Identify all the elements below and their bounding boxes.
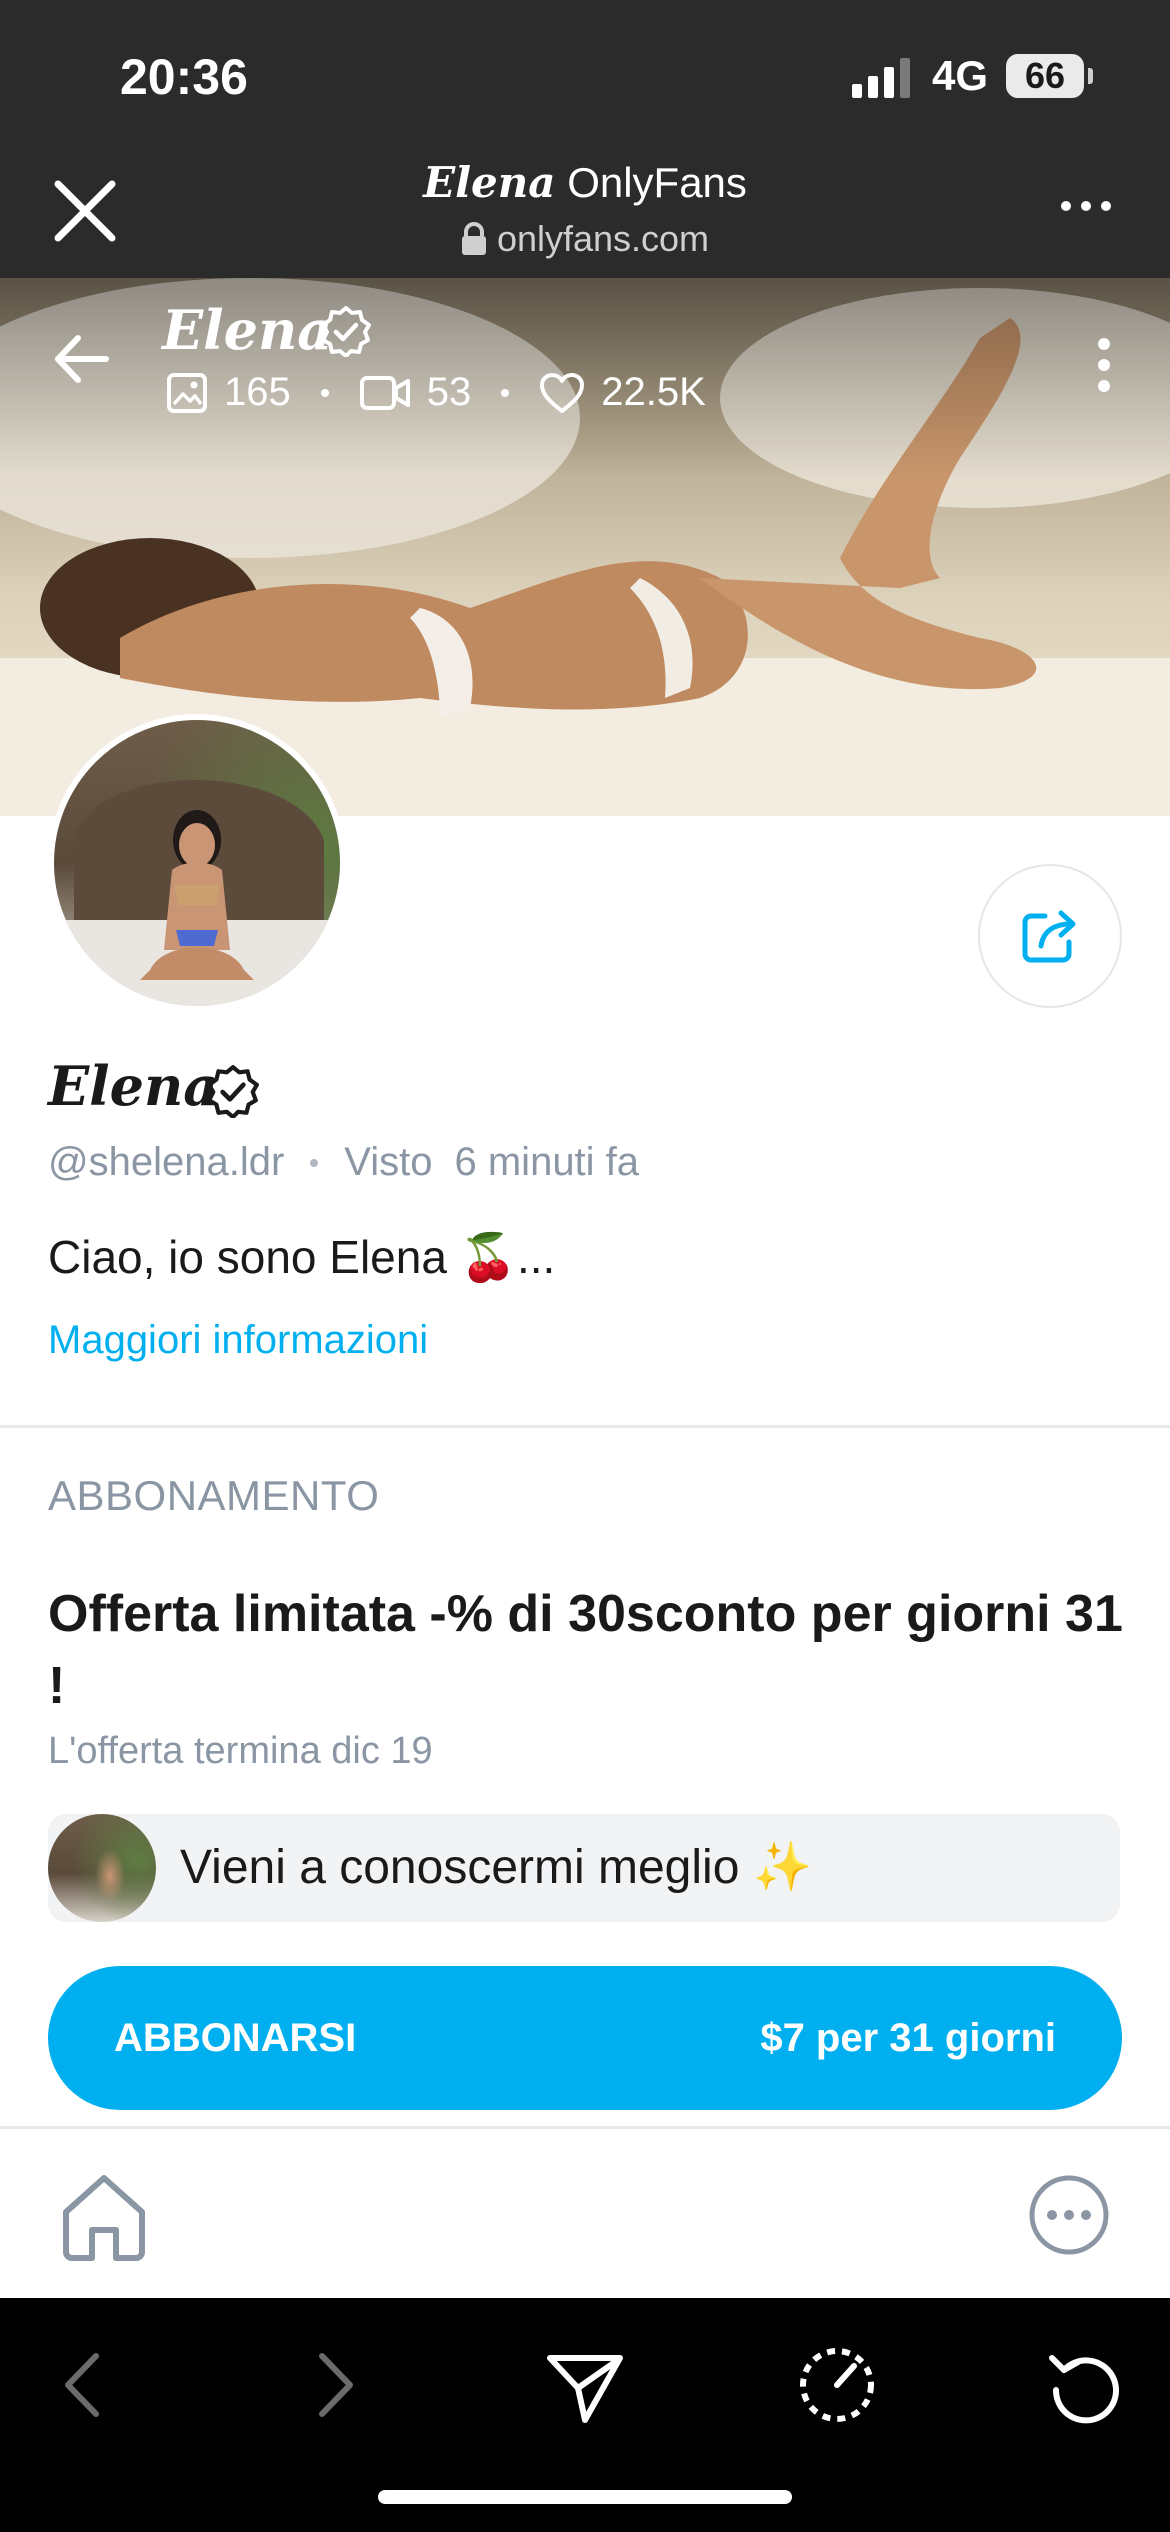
last-seen-label: Visto bbox=[344, 1140, 433, 1184]
more-circle-icon[interactable] bbox=[1028, 2174, 1110, 2256]
share-button[interactable] bbox=[978, 864, 1122, 1008]
browser-title-name: Elena bbox=[423, 158, 556, 207]
divider bbox=[0, 2126, 1170, 2129]
browser-page-title: Elena OnlyFans bbox=[300, 158, 870, 207]
offer-title: Offerta limitata -% di 30sconto per gior… bbox=[48, 1585, 1123, 1715]
browser-forward-icon[interactable] bbox=[290, 2340, 380, 2430]
image-icon bbox=[167, 372, 207, 413]
browser-title-brand: OnlyFans bbox=[567, 159, 747, 206]
network-type: 4G bbox=[932, 52, 989, 99]
home-indicator bbox=[378, 2490, 792, 2504]
subscribe-button[interactable]: ABBONARSI $7 per 31 giorni bbox=[48, 1966, 1122, 2110]
share-icon bbox=[1022, 910, 1076, 963]
divider bbox=[0, 1425, 1170, 1428]
handle-row: @shelena.ldr Visto 6 minuti fa bbox=[48, 1140, 639, 1185]
battery-tip bbox=[1088, 68, 1093, 84]
verified-badge-icon bbox=[321, 306, 371, 357]
promo-avatar bbox=[48, 1814, 156, 1922]
arrow-left-icon[interactable] bbox=[50, 328, 112, 390]
speed-icon[interactable] bbox=[792, 2340, 882, 2430]
avatar[interactable] bbox=[48, 714, 346, 1012]
subscribe-button-label: ABBONARSI bbox=[114, 2015, 357, 2060]
status-time: 20:36 bbox=[120, 49, 248, 105]
more-vertical-icon[interactable] bbox=[1092, 336, 1116, 394]
battery-level: 66 bbox=[1006, 54, 1084, 98]
photos-count: 165 bbox=[224, 370, 291, 414]
lock-icon bbox=[461, 222, 486, 255]
browser-url-text: onlyfans.com bbox=[496, 218, 710, 259]
promo-message: Vieni a conoscermi meglio ✨ bbox=[180, 1841, 813, 1894]
browser-back-icon[interactable] bbox=[38, 2340, 128, 2430]
reload-icon[interactable] bbox=[1040, 2340, 1130, 2430]
stats-separator bbox=[501, 388, 510, 397]
profile-handle: @shelena.ldr bbox=[48, 1140, 285, 1184]
stats-separator bbox=[320, 388, 329, 397]
avatar-image-art bbox=[54, 780, 340, 1006]
subscription-heading: ABBONAMENTO bbox=[48, 1472, 380, 1519]
offer-end-date: L'offerta termina dic 19 bbox=[48, 1730, 433, 1772]
send-icon[interactable] bbox=[540, 2340, 630, 2430]
close-icon[interactable] bbox=[50, 176, 120, 246]
likes-count: 22.5K bbox=[601, 370, 706, 414]
heart-icon bbox=[540, 372, 585, 413]
browser-url[interactable]: onlyfans.com bbox=[300, 218, 870, 260]
verified-badge-icon bbox=[207, 1065, 259, 1118]
signal-icon bbox=[852, 58, 910, 98]
video-icon bbox=[359, 375, 410, 410]
home-icon[interactable] bbox=[56, 2168, 152, 2264]
more-info-link[interactable]: Maggiori informazioni bbox=[48, 1318, 428, 1363]
profile-bio: Ciao, io sono Elena 🍒... bbox=[48, 1231, 556, 1283]
videos-count: 53 bbox=[426, 370, 472, 414]
subscribe-button-price: $7 per 31 giorni bbox=[760, 2015, 1056, 2060]
cover-stats: 165 53 22.5K bbox=[166, 370, 706, 415]
more-horizontal-icon[interactable] bbox=[1058, 196, 1114, 216]
handle-separator bbox=[310, 1158, 319, 1167]
last-seen-value: 6 minuti fa bbox=[454, 1140, 640, 1184]
cover-profile-name: Elena bbox=[162, 298, 333, 362]
profile-name: Elena bbox=[48, 1054, 219, 1118]
